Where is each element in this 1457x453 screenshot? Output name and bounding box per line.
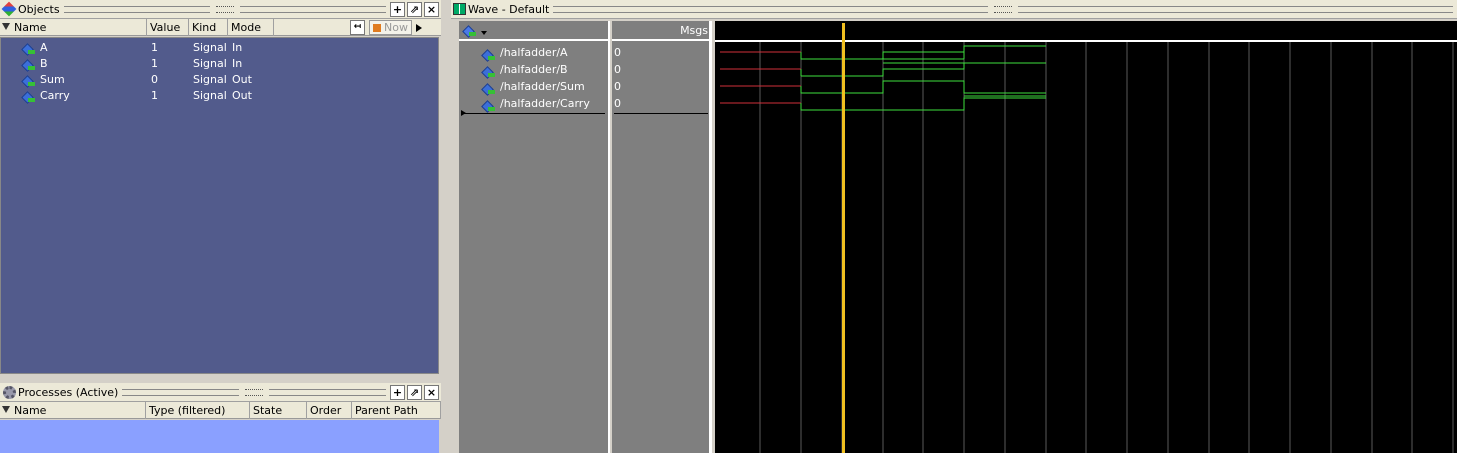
wave-title: Wave - Default [468, 2, 550, 16]
wave-names-pane: /halfadder/A /halfadder/B /halfadder/Sum… [459, 21, 610, 453]
close-icon[interactable]: × [424, 1, 439, 17]
values-insertion-line [614, 113, 708, 114]
wave-signal-value: 0 [614, 46, 621, 59]
object-value: 1 [151, 57, 158, 70]
wave-signal-path: /halfadder/Carry [500, 97, 590, 110]
object-name: Carry [40, 89, 70, 102]
object-mode: Out [232, 73, 252, 86]
objects-col-mode[interactable]: Mode [228, 19, 274, 36]
processes-col-order[interactable]: Order [307, 402, 352, 419]
insertion-arrow-icon [461, 110, 466, 116]
now-indicator[interactable]: Now [369, 20, 412, 35]
processes-col-parent-path[interactable]: Parent Path [352, 402, 441, 419]
wave-signal-row[interactable]: /halfadder/Carry [459, 95, 608, 113]
wave-signal-value: 0 [614, 97, 621, 110]
processes-pane: Processes (Active) + ⇗ × Name Type (filt… [0, 383, 441, 453]
objects-pane-icon [1, 1, 17, 17]
processes-col-state[interactable]: State [250, 402, 307, 419]
object-value: 0 [151, 73, 158, 86]
stop-icon [373, 23, 381, 32]
signal-out-icon [21, 75, 35, 88]
object-mode: Out [232, 89, 252, 102]
list-item[interactable]: B 1 Signal In [1, 56, 438, 72]
processes-col-type[interactable]: Type (filtered) [146, 402, 250, 419]
objects-titlebar[interactable]: Objects + ⇗ × [0, 0, 441, 19]
drag-grip-icon[interactable] [245, 388, 264, 396]
undock-icon[interactable]: ⇗ [407, 1, 422, 17]
processes-title: Processes (Active) [18, 385, 119, 399]
wave-signal-path: /halfadder/B [500, 63, 568, 76]
gear-icon [3, 385, 16, 399]
drag-grip-icon[interactable] [215, 5, 234, 13]
list-item[interactable]: Sum 0 Signal Out [1, 72, 438, 88]
sort-arrow-icon[interactable] [2, 406, 10, 413]
signal-menu-icon[interactable] [462, 25, 476, 38]
object-kind: Signal [193, 89, 227, 102]
wave-values-pane: Msgs 0 0 0 0 [612, 21, 712, 453]
objects-col-kind[interactable]: Kind [189, 19, 228, 36]
object-mode: In [232, 57, 243, 70]
objects-title: Objects [18, 2, 60, 16]
wave-signal-value: 0 [614, 80, 621, 93]
object-value: 1 [151, 89, 158, 102]
now-label: Now [384, 21, 408, 34]
time-cursor [842, 23, 845, 453]
object-name: A [40, 41, 48, 54]
processes-titlebar[interactable]: Processes (Active) + ⇗ × [0, 383, 441, 402]
wave-signal-row[interactable]: /halfadder/Sum [459, 78, 608, 96]
wave-signal-path: /halfadder/A [500, 46, 568, 59]
play-arrow-icon[interactable] [415, 23, 422, 32]
list-item[interactable]: A 1 Signal In [1, 40, 438, 56]
processes-col-name[interactable]: Name [11, 402, 146, 419]
now-toolbar: ↤ Now [350, 20, 422, 35]
msgs-label: Msgs [680, 24, 708, 37]
object-name: B [40, 57, 48, 70]
insertion-marker [461, 113, 605, 114]
drag-grip-icon[interactable] [994, 5, 1013, 13]
close-icon[interactable]: × [424, 384, 439, 400]
wave-window-icon [453, 3, 466, 15]
time-grid [759, 42, 1454, 453]
objects-header: Name Value Kind Mode ↤ Now [0, 19, 441, 36]
object-kind: Signal [193, 73, 227, 86]
list-item[interactable]: Carry 1 Signal Out [1, 88, 438, 104]
wave-names-header [459, 21, 608, 41]
object-mode: In [232, 41, 243, 54]
signal-in-icon [21, 59, 35, 72]
wave-signal-row[interactable]: /halfadder/A [459, 44, 608, 62]
wave-values-header: Msgs [612, 21, 712, 41]
objects-col-value[interactable]: Value [147, 19, 189, 36]
wave-signal-row[interactable]: /halfadder/B [459, 61, 608, 79]
wave-signal-value: 0 [614, 63, 621, 76]
undock-icon[interactable]: ⇗ [407, 384, 422, 400]
goto-start-icon[interactable]: ↤ [350, 20, 365, 35]
signal-out-icon [481, 100, 495, 113]
wave-titlebar[interactable]: Wave - Default [451, 0, 1457, 19]
dropdown-arrow-icon[interactable] [481, 31, 487, 35]
wave-window: Wave - Default /halfadder/A /halfadder/B… [451, 0, 1457, 453]
objects-pane: Objects + ⇗ × Name Value Kind Mode ↤ Now… [0, 0, 441, 376]
object-name: Sum [40, 73, 65, 86]
object-value: 1 [151, 41, 158, 54]
add-icon[interactable]: + [390, 1, 405, 17]
objects-col-name[interactable]: Name [11, 19, 147, 36]
object-kind: Signal [193, 41, 227, 54]
signal-out-icon [21, 91, 35, 104]
signal-in-icon [21, 43, 35, 56]
sort-arrow-icon[interactable] [2, 23, 10, 30]
objects-list: A 1 Signal In B 1 Signal In Sum 0 Signal… [0, 37, 439, 374]
processes-list [0, 420, 439, 453]
waveform-pane[interactable] [715, 21, 1457, 453]
wave-signal-path: /halfadder/Sum [500, 80, 585, 93]
processes-header: Name Type (filtered) State Order Parent … [0, 402, 441, 419]
waveform-canvas[interactable] [715, 21, 1457, 453]
add-icon[interactable]: + [390, 384, 405, 400]
object-kind: Signal [193, 57, 227, 70]
